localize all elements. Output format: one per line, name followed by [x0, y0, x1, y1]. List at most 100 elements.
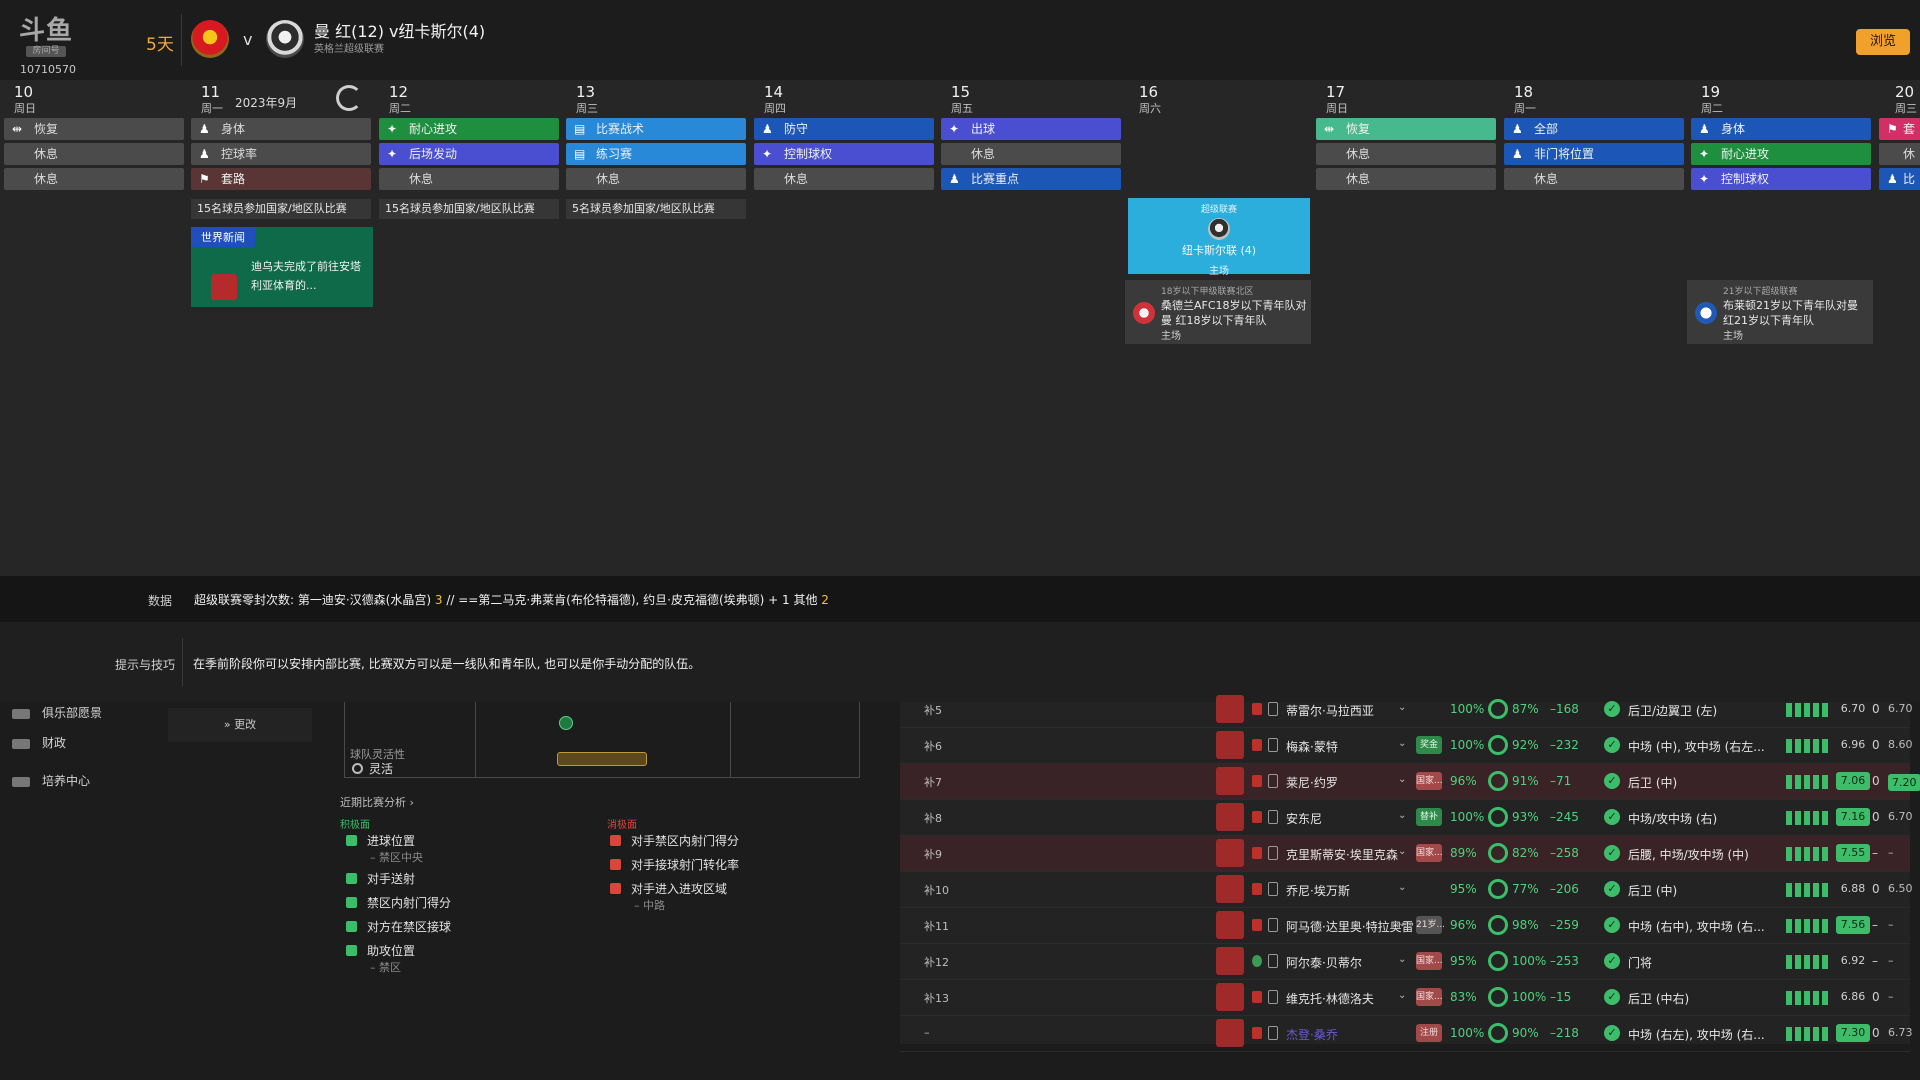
player-name[interactable]: 阿尔泰·贝蒂尔	[1286, 954, 1362, 971]
session-slot[interactable]: ♟ 全部	[1504, 118, 1684, 140]
youth-match-card[interactable]: 21岁以下超级联赛 布莱顿21岁以下青年队对曼 红21岁以下青年队 主场	[1687, 280, 1873, 344]
browse-button[interactable]: 浏览	[1856, 29, 1910, 55]
analysis-label: 对手进入进攻区域	[631, 882, 728, 896]
form-bars	[1786, 991, 1830, 1005]
international-duty-note[interactable]: 15名球员参加国家/地区队比赛	[191, 199, 371, 219]
session-slot[interactable]: ♟ 身体	[191, 118, 371, 140]
chevron-down-icon[interactable]: ⌄	[1398, 846, 1406, 857]
table-row[interactable]: 补6 梅森·蒙特 ⌄ 奖金 100% 92% –232 ✓ 中场 (中), 攻中…	[900, 728, 1913, 764]
table-row[interactable]: 补7 莱尼·约罗 ⌄ 国家... 96% 91% –71 ✓ 后卫 (中) 7.…	[900, 764, 1920, 800]
session-label: 控制球权	[784, 147, 833, 161]
session-slot[interactable]: 休息	[566, 168, 746, 190]
chevron-down-icon[interactable]: ⌄	[1398, 918, 1406, 929]
player-name[interactable]: 阿马德·达里奥·特拉奥雷	[1286, 918, 1414, 935]
session-slot[interactable]: ✦ 耐心进攻	[379, 118, 559, 140]
day-18: 18 周一 ♟ 全部 ♟ 非门将位置 休息	[1500, 80, 1686, 576]
session-slot[interactable]: ♟ 身体	[1691, 118, 1871, 140]
player-name[interactable]: 乔尼·埃万斯	[1286, 882, 1350, 899]
session-label: 出球	[971, 122, 996, 136]
stat-number: 3	[434, 593, 443, 607]
match-day-card[interactable]: 超级联赛 纽卡斯尔联 (4) 主场	[1128, 198, 1310, 277]
session-slot[interactable]: ♟ 比赛重点	[941, 168, 1121, 190]
player-name[interactable]: 梅森·蒙特	[1286, 738, 1338, 755]
player-photo	[1216, 803, 1244, 831]
session-slot[interactable]: ✦ 控制球权	[1691, 168, 1871, 190]
table-row[interactable]: 补5 蒂雷尔·马拉西亚 ⌄ 100% 87% –168 ✓ 后卫/边翼卫 (左)…	[900, 692, 1913, 728]
session-slot[interactable]: 休息	[4, 143, 184, 165]
session-label: 休息	[34, 172, 59, 186]
sharpness: –232	[1550, 738, 1579, 752]
international-duty-note[interactable]: 5名球员参加国家/地区队比赛	[566, 199, 746, 219]
session-slot[interactable]: ♟ 控球率	[191, 143, 371, 165]
session-slot[interactable]: ✦ 出球	[941, 118, 1121, 140]
more-button[interactable]: » 更改	[168, 708, 312, 742]
position: 后卫 (中)	[1628, 776, 1678, 790]
session-slot[interactable]: 休息	[1316, 168, 1496, 190]
session-slot[interactable]: ♟ 防守	[754, 118, 934, 140]
session-slot[interactable]: 休	[1879, 143, 1920, 165]
session-slot[interactable]: ▤ 练习赛	[566, 143, 746, 165]
table-row[interactable]: 补12 阿尔泰·贝蒂尔 ⌄ 国家... 95% 100% –253 ✓ 门将 6…	[900, 944, 1910, 980]
goals: 0	[1872, 738, 1880, 752]
player-name[interactable]: 克里斯蒂安·埃里克森	[1286, 846, 1398, 863]
table-row[interactable]: 补8 安东尼 ⌄ 替补 100% 93% –245 ✓ 中场/攻中场 (右) 7…	[900, 800, 1913, 836]
session-slot[interactable]: 休息	[941, 143, 1121, 165]
session-slot[interactable]: 休息	[379, 168, 559, 190]
session-slot[interactable]: ⇹ 恢复	[4, 118, 184, 140]
sidebar-item-development[interactable]: 培养中心	[12, 772, 90, 789]
set-piece-icon: ⚑	[1887, 122, 1898, 136]
session-slot[interactable]: ⚑ 套	[1879, 118, 1920, 140]
sidebar-item-finance[interactable]: 财政	[12, 734, 66, 751]
person-icon: ♟	[762, 122, 773, 136]
chevron-down-icon[interactable]: ⌄	[1398, 810, 1406, 821]
player-name[interactable]: 杰登·桑乔	[1286, 1026, 1338, 1043]
player-name[interactable]: 维克托·林德洛夫	[1286, 990, 1374, 1007]
session-slot[interactable]: ✦ 后场发动	[379, 143, 559, 165]
match-title[interactable]: 曼 红(12) v纽卡斯尔(4)	[314, 18, 485, 42]
session-slot[interactable]: 休息	[1316, 143, 1496, 165]
table-row[interactable]: 补11 阿马德·达里奥·特拉奥雷 ⌄ 21岁... 96% 98% –259 ✓…	[900, 908, 1910, 944]
session-slot[interactable]: ♟ 比	[1879, 168, 1920, 190]
chevron-down-icon[interactable]: ⌄	[1398, 702, 1406, 713]
chevron-down-icon[interactable]: ⌄	[1398, 774, 1406, 785]
chevron-down-icon[interactable]: ⌄	[1398, 738, 1406, 749]
youth-match-card[interactable]: 18岁以下甲级联赛北区 桑德兰AFC18岁以下青年队对 曼 红18岁以下青年队 …	[1125, 280, 1311, 344]
session-slot[interactable]: ⇹ 恢复	[1316, 118, 1496, 140]
session-slot[interactable]: 休息	[754, 168, 934, 190]
session-slot[interactable]: ▤ 比赛战术	[566, 118, 746, 140]
position: 后腰, 中场/攻中场 (中)	[1628, 848, 1749, 862]
away-crest-icon[interactable]	[266, 20, 304, 58]
squad-number: 补6	[924, 740, 942, 753]
international-duty-note[interactable]: 15名球员参加国家/地区队比赛	[379, 199, 559, 219]
player-name[interactable]: 莱尼·约罗	[1286, 774, 1338, 791]
role-selector[interactable]	[557, 752, 647, 766]
home-crest-icon[interactable]	[191, 20, 229, 58]
recovery-icon: ⇹	[12, 122, 23, 136]
flexibility-value[interactable]: 灵活	[352, 760, 393, 777]
table-row[interactable]: 补10 乔尼·埃万斯 ⌄ 95% 77% –206 ✓ 后卫 (中) 6.88 …	[900, 872, 1913, 908]
table-row[interactable]: 补13 维克托·林德洛夫 ⌄ 国家... 83% 100% –15 ✓ 后卫 (…	[900, 980, 1910, 1016]
player-name[interactable]: 蒂雷尔·马拉西亚	[1286, 702, 1374, 719]
chevron-down-icon[interactable]: ⌄	[1398, 954, 1406, 965]
session-slot[interactable]: ✦ 耐心进攻	[1691, 143, 1871, 165]
youth-venue: 主场	[1723, 331, 1743, 342]
goalkeeper-marker[interactable]	[559, 716, 573, 730]
sidebar-item-club-vision[interactable]: 俱乐部愿景	[12, 704, 102, 721]
table-row[interactable]: 补9 克里斯蒂安·埃里克森 ⌄ 国家... 89% 82% –258 ✓ 后腰,…	[900, 836, 1910, 872]
day-number: 19	[1701, 83, 1721, 101]
session-slot[interactable]: 休息	[4, 168, 184, 190]
session-slot[interactable]: ✦ 控制球权	[754, 143, 934, 165]
session-slot[interactable]: ♟ 非门将位置	[1504, 143, 1684, 165]
day-weekday: 周六	[1139, 102, 1161, 115]
flag-icon	[1252, 919, 1262, 931]
session-slot[interactable]: 休息	[1504, 168, 1684, 190]
chevron-down-icon[interactable]: ⌄	[1398, 882, 1406, 893]
chevron-down-icon[interactable]: ⌄	[1398, 990, 1406, 1001]
session-slot[interactable]: ⚑ 套路	[191, 168, 371, 190]
table-row[interactable]: – 杰登·桑乔 注册 100% 90% –218 ✓ 中场 (右左), 攻中场 …	[900, 1016, 1913, 1052]
analysis-sub: – 禁区中央	[370, 851, 423, 864]
stat-number: 2	[821, 593, 829, 607]
world-news-card[interactable]: 世界新闻 迪乌夫完成了前往安塔利亚体育的...	[191, 227, 373, 307]
player-name[interactable]: 安东尼	[1286, 810, 1322, 827]
recent-match-analysis-link[interactable]: 近期比赛分析 ›	[340, 794, 414, 810]
